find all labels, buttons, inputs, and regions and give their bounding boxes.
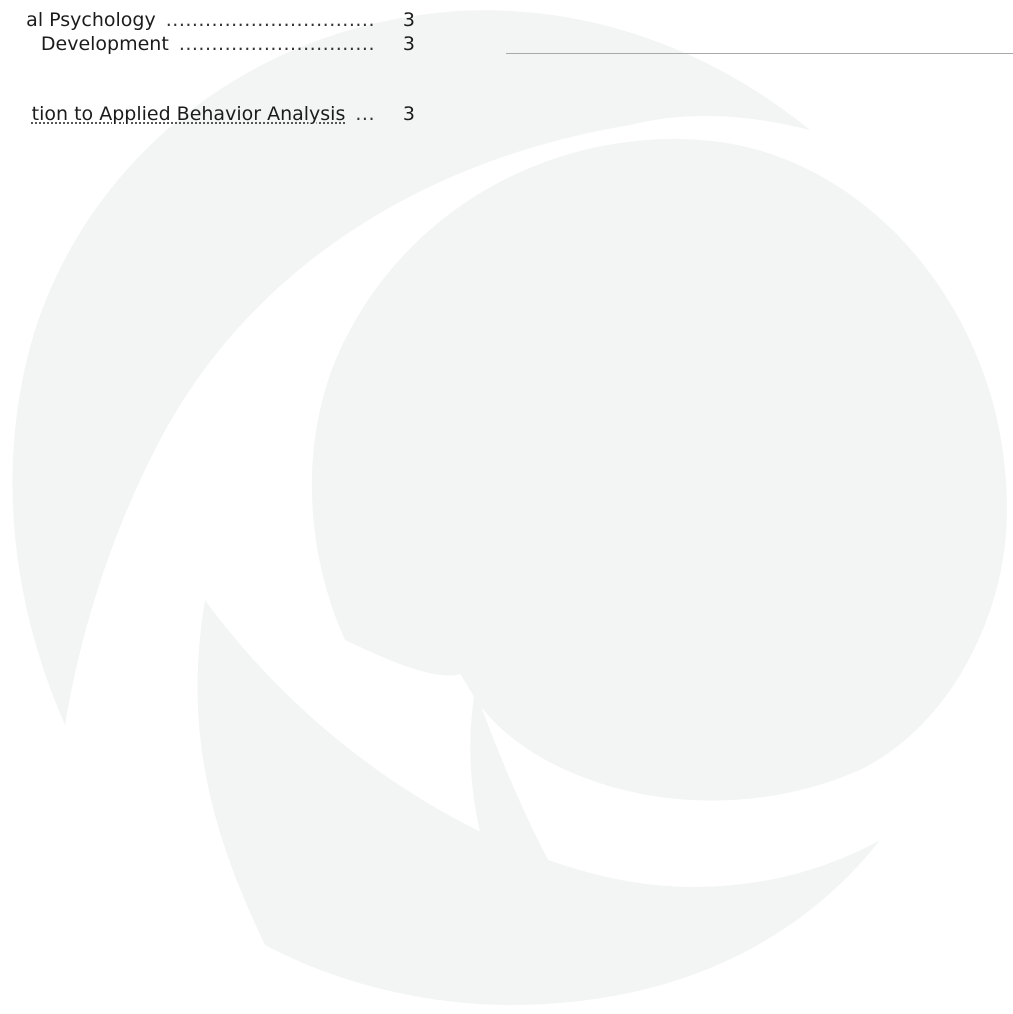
course-credits: 3: [402, 103, 415, 125]
course-link[interactable]: tion to Applied Behavior Analysis: [32, 99, 346, 129]
dot-leader: ..............................: [178, 33, 375, 55]
dot-leader: ...: [355, 103, 375, 125]
course-row[interactable]: tion to Applied Behavior Analysis ... 3: [0, 99, 415, 129]
course-list: al Psychology ..........................…: [0, 0, 430, 140]
swirl-logo-icon: [12, 10, 1007, 1005]
course-row: Development ............................…: [0, 29, 415, 59]
course-credits: 3: [402, 33, 415, 55]
horizontal-divider: [506, 53, 1013, 54]
course-name: Development: [40, 33, 169, 55]
